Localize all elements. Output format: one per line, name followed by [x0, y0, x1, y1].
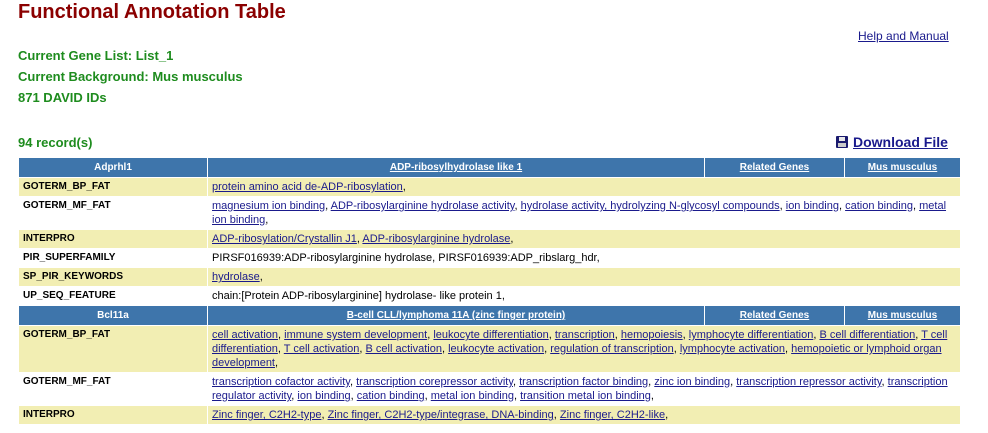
term-link[interactable]: ADP-ribosylarginine hydrolase	[362, 233, 510, 245]
term-link[interactable]: transcription corepressor activity	[356, 376, 513, 388]
term-link[interactable]: transcription cofactor activity	[212, 376, 350, 388]
term-link[interactable]: ion binding	[297, 390, 350, 402]
gene-name-link[interactable]: ADP-ribosylhydrolase like 1	[390, 162, 522, 173]
term-link[interactable]: transcription	[555, 329, 615, 341]
term-text: PIRSF016939:ADP-ribosylarginine hydrolas…	[212, 252, 433, 264]
term-link[interactable]: B cell differentiation	[819, 329, 915, 341]
terms-cell: PIRSF016939:ADP-ribosylarginine hydrolas…	[207, 248, 961, 268]
term-link[interactable]: cation binding	[845, 200, 913, 212]
gene-name-cell: ADP-ribosylhydrolase like 1	[207, 157, 705, 178]
annotation-row: PIR_SUPERFAMILY PIRSF016939:ADP-ribosylar…	[18, 248, 961, 268]
gene-id: Adprhl1	[18, 157, 208, 178]
category-label: UP_SEQ_FEATURE	[18, 286, 208, 306]
gene-id: Bcl11a	[18, 305, 208, 326]
terms-cell: protein amino acid de-ADP-ribosylation,	[207, 177, 961, 197]
annotation-row: INTERPRO ADP-ribosylation/Crystallin J1, …	[18, 229, 961, 249]
term-link[interactable]: Zinc finger, C2H2-type	[212, 409, 321, 421]
terms-cell: hydrolase,	[207, 267, 961, 287]
annotation-row: GOTERM_MF_FAT transcription cofactor acti…	[18, 372, 961, 406]
gene-header-row: Bcl11a B-cell CLL/lymphoma 11A (zinc fing…	[18, 305, 961, 326]
species-cell: Mus musculus	[844, 157, 961, 178]
term-text: chain:[Protein ADP-ribosylarginine] hydr…	[212, 290, 502, 302]
help-and-manual-link[interactable]: Help and Manual	[858, 29, 949, 43]
annotation-row: GOTERM_BP_FAT cell activation, immune sys…	[18, 325, 961, 373]
gene-header-row: Adprhl1 ADP-ribosylhydrolase like 1 Relate…	[18, 157, 961, 178]
category-label: GOTERM_MF_FAT	[18, 196, 208, 230]
terms-cell: transcription cofactor activity, transcr…	[207, 372, 961, 406]
species-link[interactable]: Mus musculus	[868, 310, 937, 321]
david-id-count: 871 DAVID IDs	[18, 90, 107, 105]
related-genes-cell: Related Genes	[704, 305, 845, 326]
term-link[interactable]: transcription repressor activity	[736, 376, 881, 388]
terms-cell: chain:[Protein ADP-ribosylarginine] hydr…	[207, 286, 961, 306]
annotation-row: GOTERM_BP_FAT protein amino acid de-ADP-r…	[18, 177, 961, 197]
term-link[interactable]: cation binding	[357, 390, 425, 402]
category-label: GOTERM_MF_FAT	[18, 372, 208, 406]
page-title: Functional Annotation Table	[18, 1, 286, 23]
gene-name-cell: B-cell CLL/lymphoma 11A (zinc finger pro…	[207, 305, 705, 326]
term-link[interactable]: regulation of transcription	[550, 343, 674, 355]
related-genes-link[interactable]: Related Genes	[740, 162, 809, 173]
term-link[interactable]: Zinc finger, C2H2-like	[560, 409, 665, 421]
term-link[interactable]: lymphocyte differentiation	[689, 329, 814, 341]
annotation-table: Adprhl1 ADP-ribosylhydrolase like 1 Relate…	[18, 157, 961, 425]
annotation-row: UP_SEQ_FEATURE chain:[Protein ADP-ribosyl…	[18, 286, 961, 306]
term-link[interactable]: ion binding	[786, 200, 839, 212]
term-link[interactable]: T cell activation	[284, 343, 360, 355]
record-count: 94 record(s)	[18, 135, 93, 150]
annotation-row: SP_PIR_KEYWORDS hydrolase,	[18, 267, 961, 287]
term-link[interactable]: transition metal ion binding	[520, 390, 651, 402]
terms-cell: magnesium ion binding, ADP-ribosylargini…	[207, 196, 961, 230]
term-link[interactable]: magnesium ion binding	[212, 200, 325, 212]
term-link[interactable]: zinc ion binding	[654, 376, 730, 388]
annotation-row: GOTERM_MF_FAT magnesium ion binding, ADP-…	[18, 196, 961, 230]
term-link[interactable]: metal ion binding	[431, 390, 514, 402]
term-link[interactable]: ADP-ribosylarginine hydrolase activity	[331, 200, 515, 212]
term-link[interactable]: ADP-ribosylation/Crystallin J1	[212, 233, 357, 245]
download-file-label[interactable]: Download File	[853, 134, 948, 150]
term-link[interactable]: cell activation	[212, 329, 278, 341]
terms-cell: ADP-ribosylation/Crystallin J1, ADP-ribo…	[207, 229, 961, 249]
floppy-disk-icon	[836, 136, 848, 148]
category-label: GOTERM_BP_FAT	[18, 325, 208, 373]
term-link[interactable]: leukocyte activation	[448, 343, 544, 355]
category-label: INTERPRO	[18, 229, 208, 249]
term-link[interactable]: immune system development	[284, 329, 427, 341]
term-link[interactable]: Zinc finger, C2H2-type/integrase, DNA-bi…	[328, 409, 554, 421]
related-genes-cell: Related Genes	[704, 157, 845, 178]
term-link[interactable]: leukocyte differentiation	[433, 329, 548, 341]
gene-name-link[interactable]: B-cell CLL/lymphoma 11A (zinc finger pro…	[347, 310, 566, 321]
term-link[interactable]: lymphocyte activation	[680, 343, 785, 355]
term-link[interactable]: B cell activation	[366, 343, 442, 355]
category-label: PIR_SUPERFAMILY	[18, 248, 208, 268]
term-link[interactable]: protein amino acid de-ADP-ribosylation	[212, 181, 403, 193]
species-link[interactable]: Mus musculus	[868, 162, 937, 173]
terms-cell: cell activation, immune system developme…	[207, 325, 961, 373]
term-link[interactable]: hydrolase activity, hydrolyzing N-glycos…	[521, 200, 780, 212]
terms-cell: Zinc finger, C2H2-type, Zinc finger, C2H…	[207, 405, 961, 425]
term-link[interactable]: transcription factor binding	[519, 376, 648, 388]
current-gene-list: Current Gene List: List_1	[18, 48, 174, 63]
download-file-link[interactable]: Download File	[836, 134, 948, 150]
current-background: Current Background: Mus musculus	[18, 69, 243, 84]
annotation-row: INTERPRO Zinc finger, C2H2-type, Zinc fin…	[18, 405, 961, 425]
category-label: GOTERM_BP_FAT	[18, 177, 208, 197]
category-label: INTERPRO	[18, 405, 208, 425]
term-link[interactable]: hydrolase	[212, 271, 260, 283]
term-link[interactable]: hemopoiesis	[621, 329, 683, 341]
category-label: SP_PIR_KEYWORDS	[18, 267, 208, 287]
term-text: PIRSF016939:ADP_ribslarg_hdr	[438, 252, 597, 264]
related-genes-link[interactable]: Related Genes	[740, 310, 809, 321]
species-cell: Mus musculus	[844, 305, 961, 326]
